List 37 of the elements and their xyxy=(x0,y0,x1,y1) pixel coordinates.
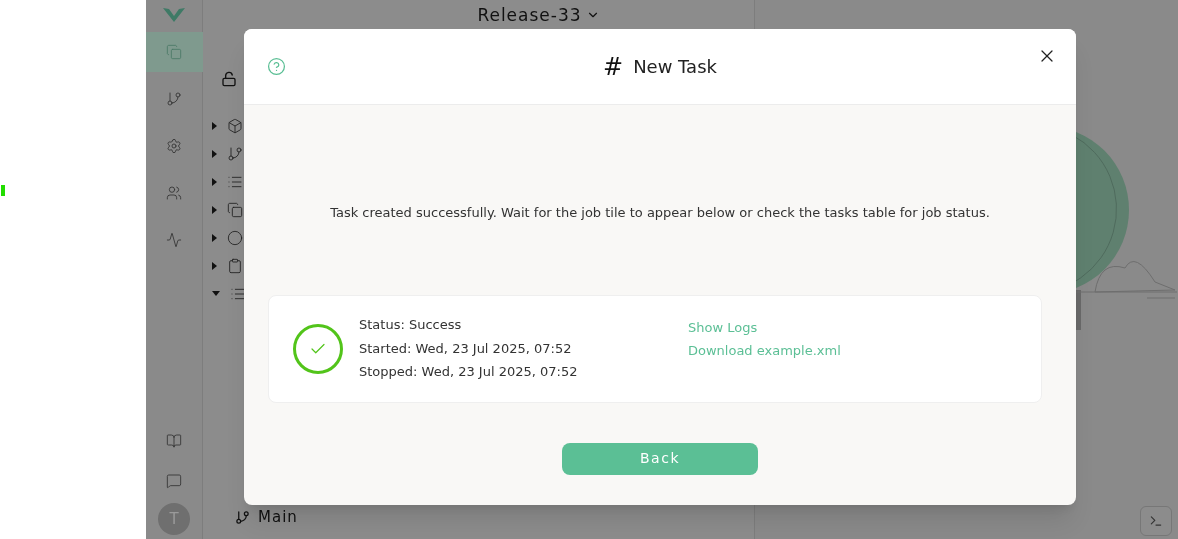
back-button[interactable]: Back xyxy=(562,442,758,475)
success-message: Task created successfully. Wait for the job tile to appear below or check the tasks table for job status. xyxy=(329,204,991,222)
job-link[interactable]: Download example.xml xyxy=(688,341,841,361)
help-icon[interactable] xyxy=(267,57,286,76)
box-icon xyxy=(227,117,243,134)
tree-toggle-icon[interactable] xyxy=(212,149,217,158)
tree-toggle-icon[interactable] xyxy=(212,205,217,214)
release-dropdown[interactable]: Release-33 xyxy=(477,5,600,25)
tree-toggle-icon[interactable] xyxy=(212,291,220,296)
terminal-button[interactable] xyxy=(1140,506,1172,536)
clipboard-icon xyxy=(227,257,243,274)
copy-icon xyxy=(227,201,243,218)
tree-toggle-icon[interactable] xyxy=(212,233,217,242)
sidebar-item[interactable] xyxy=(145,32,203,72)
copy-icon xyxy=(166,44,182,60)
branch-name: Main xyxy=(258,509,298,526)
status-mark xyxy=(1,185,5,196)
terminal-icon xyxy=(1149,514,1163,528)
job-link[interactable]: Show Logs xyxy=(688,317,841,337)
tree-toggle-icon[interactable] xyxy=(212,177,217,186)
activity-icon xyxy=(166,232,182,248)
circle-icon xyxy=(227,229,243,246)
job-detail: Started: Wed, 23 Jul 2025, 07:52 xyxy=(359,339,573,358)
job-detail: Status: Success xyxy=(359,316,463,335)
settings-icon xyxy=(166,138,182,154)
branch-icon xyxy=(227,145,243,162)
users-icon xyxy=(166,185,182,201)
modal-title: New Task xyxy=(633,55,717,79)
branch-icon xyxy=(166,91,182,107)
lock-open-icon xyxy=(221,71,237,87)
hash-icon: # xyxy=(603,48,624,85)
chat-icon xyxy=(166,473,182,489)
tree-toggle-icon[interactable] xyxy=(212,261,217,270)
book-icon xyxy=(166,433,182,449)
job-detail: Stopped: Wed, 23 Jul 2025, 07:52 xyxy=(359,363,579,382)
tree-toggle-icon[interactable] xyxy=(212,121,217,130)
branch-icon xyxy=(235,510,250,525)
